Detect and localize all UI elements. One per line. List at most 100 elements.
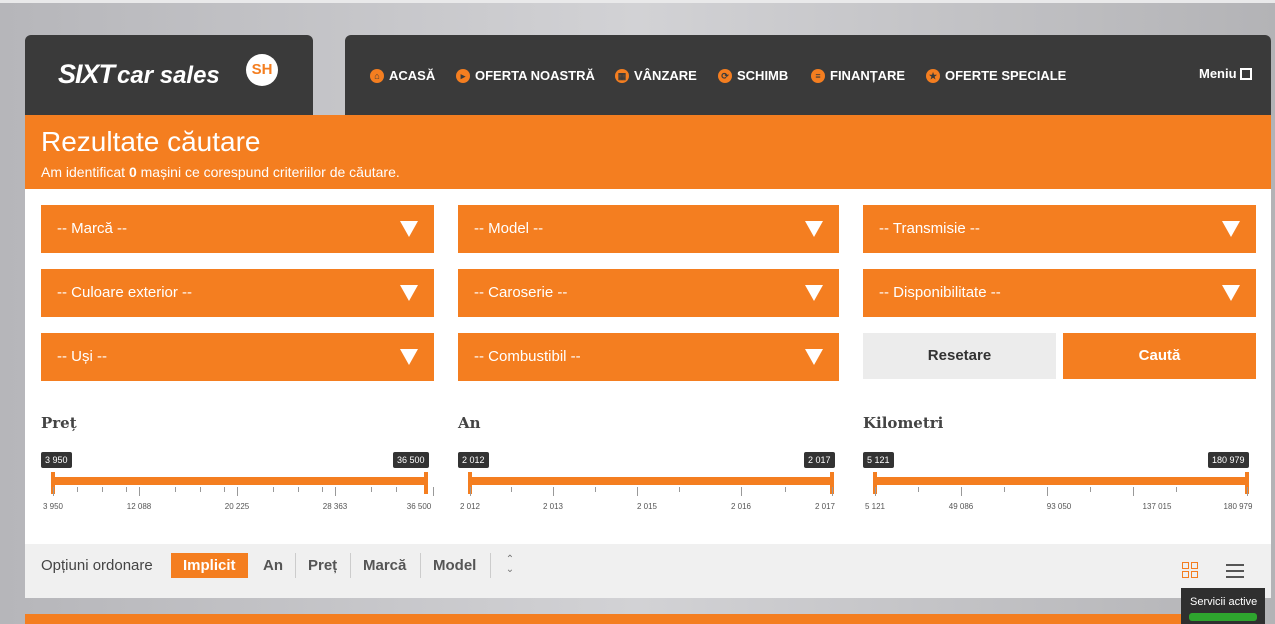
tick	[875, 487, 876, 496]
sort-model[interactable]: Model	[433, 553, 476, 578]
list-view-icon[interactable]	[1226, 564, 1244, 578]
tick	[175, 487, 176, 492]
logo-area[interactable]: SIXT car sales SH	[25, 35, 313, 115]
services-widget[interactable]: Servicii active	[1181, 588, 1265, 624]
sort-bar: Opțiuni ordonare Implicit An Preț Marcă …	[25, 544, 1271, 598]
price-max-badge: 36 500	[393, 452, 429, 468]
tick-label: 137 015	[1142, 502, 1172, 511]
main-navigation: ⌂ ACASĂ ▸ OFERTA NOASTRĂ ▦ VÂNZARE ⟳ SCH…	[345, 35, 1271, 115]
year-slider-track[interactable]	[470, 477, 832, 485]
tick	[371, 487, 372, 492]
finance-icon: ≡	[811, 68, 825, 83]
sort-an[interactable]: An	[263, 553, 283, 578]
nav-item-oferta[interactable]: ▸ OFERTA NOASTRĂ	[456, 68, 595, 83]
services-label: Servicii active	[1190, 596, 1258, 608]
tick-label: 5 121	[864, 502, 886, 511]
price-slider-track[interactable]	[53, 477, 425, 485]
nav-item-schimb[interactable]: ⟳ SCHIMB	[718, 68, 788, 83]
top-strip	[0, 0, 1275, 3]
tick	[1247, 487, 1248, 496]
tick	[1176, 487, 1177, 492]
km-min-badge: 5 121	[863, 452, 894, 468]
chevron-down-icon	[1222, 285, 1240, 301]
nav-item-vanzare[interactable]: ▦ VÂNZARE	[615, 68, 697, 83]
tick	[553, 487, 554, 496]
body-select[interactable]: -- Caroserie --	[458, 269, 839, 317]
tick	[785, 487, 786, 492]
tick	[511, 487, 512, 492]
tick-label: 3 950	[42, 502, 64, 511]
sort-pret[interactable]: Preț	[308, 553, 337, 578]
tick	[595, 487, 596, 492]
tick	[322, 487, 323, 492]
tick-label: 49 086	[948, 502, 974, 511]
tick	[139, 487, 140, 496]
sort-implicit[interactable]: Implicit	[171, 553, 248, 578]
nav-item-oferte-speciale[interactable]: ★ OFERTE SPECIALE	[926, 68, 1066, 83]
km-max-badge: 180 979	[1208, 452, 1249, 468]
color-select[interactable]: -- Culoare exterior --	[41, 269, 434, 317]
tick	[1047, 487, 1048, 496]
fuel-select[interactable]: -- Combustibil --	[458, 333, 839, 381]
services-status-bar	[1189, 613, 1257, 621]
chevron-down-icon	[805, 349, 823, 365]
tick	[433, 487, 434, 496]
menu-button[interactable]: Meniu	[1199, 66, 1252, 81]
tick	[237, 487, 238, 496]
km-slider-track[interactable]	[875, 477, 1247, 485]
model-select[interactable]: -- Model --	[458, 205, 839, 253]
nav-item-acasa[interactable]: ⌂ ACASĂ	[370, 68, 435, 83]
tick-label: 12 088	[126, 502, 152, 511]
sale-icon: ▦	[615, 68, 629, 83]
tick	[396, 487, 397, 492]
divider	[295, 553, 296, 578]
chevron-down-icon	[400, 285, 418, 301]
results-bar	[25, 614, 1185, 624]
sort-direction-icon[interactable]: ⌃ ⌄	[503, 555, 517, 575]
tick	[53, 487, 54, 496]
nav-label: FINANȚARE	[830, 68, 906, 83]
reset-button[interactable]: Resetare	[863, 333, 1056, 379]
tick-label: 2 017	[814, 502, 836, 511]
tick-label: 2 015	[636, 502, 658, 511]
menu-label: Meniu	[1199, 66, 1237, 81]
brand-select[interactable]: -- Marcă --	[41, 205, 434, 253]
chevron-down-icon	[400, 349, 418, 365]
tick-label: 93 050	[1046, 502, 1072, 511]
tick	[200, 487, 201, 492]
tick	[637, 487, 638, 496]
logo-suffix: car sales	[117, 62, 220, 89]
logo[interactable]: SIXT car sales SH	[58, 54, 278, 90]
tick-label: 28 363	[322, 502, 348, 511]
grid-view-icon[interactable]	[1182, 562, 1198, 578]
price-max-handle[interactable]	[424, 472, 428, 494]
doors-select[interactable]: -- Uși --	[41, 333, 434, 381]
menu-square-icon	[1239, 67, 1252, 80]
nav-item-finantare[interactable]: ≡ FINANȚARE	[811, 68, 905, 83]
tick	[679, 487, 680, 492]
tick	[298, 487, 299, 492]
star-icon: ★	[926, 68, 940, 83]
tick	[1133, 487, 1134, 496]
chevron-down-icon	[400, 221, 418, 237]
nav-label: OFERTA NOASTRĂ	[475, 68, 595, 83]
tick	[832, 487, 833, 496]
transmission-select[interactable]: -- Transmisie --	[863, 205, 1256, 253]
tick	[77, 487, 78, 492]
nav-label: SCHIMB	[737, 68, 789, 83]
availability-select[interactable]: -- Disponibilitate --	[863, 269, 1256, 317]
chevron-down-icon	[805, 221, 823, 237]
tick	[918, 487, 919, 492]
tick	[335, 487, 336, 496]
logo-text: SIXT	[58, 59, 115, 89]
chevron-down-icon	[805, 285, 823, 301]
car-icon: ▸	[456, 68, 470, 83]
exchange-icon: ⟳	[718, 68, 732, 83]
divider	[420, 553, 421, 578]
home-icon: ⌂	[370, 68, 384, 83]
results-count: 0	[128, 164, 137, 180]
results-summary: Am identificat 0 mașini ce corespund cri…	[41, 164, 400, 180]
sort-marca[interactable]: Marcă	[363, 553, 406, 578]
search-button[interactable]: Caută	[1063, 333, 1256, 379]
tick	[1004, 487, 1005, 492]
